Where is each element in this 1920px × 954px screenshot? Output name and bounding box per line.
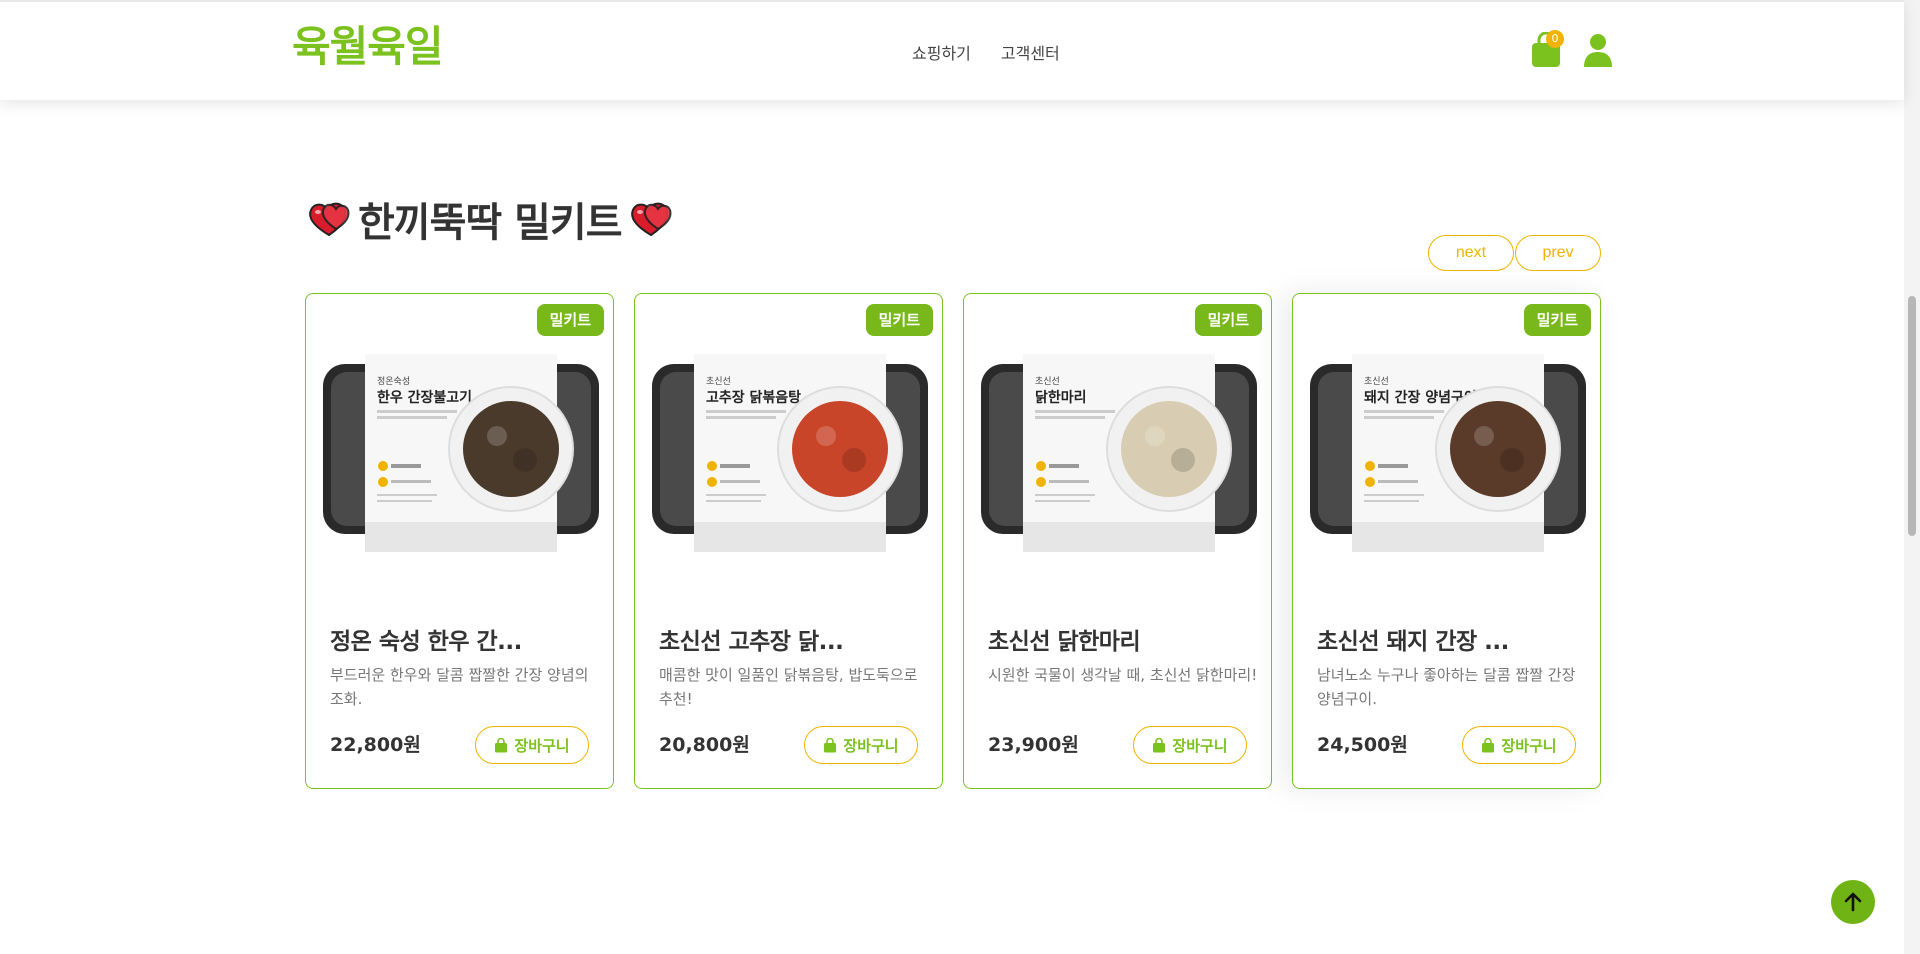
add-to-cart-label: 장바구니 — [514, 736, 570, 755]
site-header: 육월육일 쇼핑하기 고객센터 0 — [0, 0, 1904, 100]
package-title: 닭한마리 — [1035, 389, 1087, 406]
product-image[interactable]: 정온숙성 한우 간장불고기 — [321, 344, 601, 554]
product-card[interactable]: 밀키트 정온숙성 한우 간장불고기 정온 숙성 한우 간... 부드러운 한우와… — [305, 293, 614, 789]
shopping-bag-icon — [1153, 737, 1166, 752]
product-card[interactable]: 밀키트 초신선 돼지 간장 양념구이 초신선 돼지 간장 ... 남녀노소 누구… — [1292, 293, 1601, 789]
scroll-to-top-button[interactable] — [1831, 880, 1875, 924]
product-price: 20,800원 — [659, 734, 750, 756]
user-icon[interactable] — [1582, 32, 1614, 68]
product-name[interactable]: 초신선 닭한마리 — [988, 622, 1258, 656]
package-brand: 초신선 — [1364, 376, 1389, 387]
add-to-cart-label: 장바구니 — [843, 736, 899, 755]
heart-icon — [309, 202, 350, 237]
category-badge: 밀키트 — [1523, 304, 1591, 336]
category-badge: 밀키트 — [865, 304, 933, 336]
page-scrollbar[interactable] — [1904, 0, 1920, 954]
site-logo[interactable]: 육월육일 — [292, 20, 444, 74]
shopping-bag-icon — [495, 737, 508, 752]
product-image[interactable]: 초신선 닭한마리 — [979, 344, 1259, 554]
nav-customer-center[interactable]: 고객센터 — [1001, 40, 1060, 64]
product-price: 24,500원 — [1317, 734, 1408, 756]
main-nav: 쇼핑하기 고객센터 — [912, 40, 1060, 64]
package-title: 한우 간장불고기 — [377, 389, 472, 406]
product-name[interactable]: 정온 숙성 한우 간... — [330, 622, 600, 656]
product-name[interactable]: 초신선 고추장 닭... — [659, 622, 929, 656]
package-title: 고추장 닭볶음탕 — [706, 389, 801, 406]
scrollbar-thumb[interactable] — [1908, 296, 1916, 536]
shopping-bag-icon — [1482, 737, 1495, 752]
product-price: 23,900원 — [988, 734, 1079, 756]
arrow-up-icon — [1844, 892, 1862, 912]
add-to-cart-label: 장바구니 — [1172, 736, 1228, 755]
product-card[interactable]: 밀키트 초신선 닭한마리 초신선 닭한마리 시원한 국물이 생각날 때, 초신선… — [963, 293, 1272, 789]
product-description: 매콤한 맛이 일품인 닭볶음탕, 밥도둑으로 추천! — [659, 666, 918, 708]
package-brand: 정온숙성 — [377, 376, 410, 387]
add-to-cart-label: 장바구니 — [1501, 736, 1557, 755]
package-brand: 초신선 — [1035, 376, 1060, 387]
product-image[interactable]: 초신선 돼지 간장 양념구이 — [1308, 344, 1588, 554]
add-to-cart-button[interactable]: 장바구니 — [475, 726, 589, 764]
product-description: 시원한 국물이 생각날 때, 초신선 닭한마리! — [988, 666, 1258, 684]
section-heading: 한끼뚝딱 밀키트 — [306, 190, 674, 248]
product-card[interactable]: 밀키트 초신선 고추장 닭볶음탕 초신선 고추장 닭... 매콤한 맛이 일품인… — [634, 293, 943, 789]
category-badge: 밀키트 — [1194, 304, 1262, 336]
slider-next-button[interactable]: next — [1428, 235, 1514, 271]
cart-count-badge: 0 — [1546, 30, 1564, 48]
section-title: 한끼뚝딱 밀키트 — [358, 200, 623, 246]
product-image[interactable]: 초신선 고추장 닭볶음탕 — [650, 344, 930, 554]
add-to-cart-button[interactable]: 장바구니 — [1462, 726, 1576, 764]
shopping-bag-icon — [824, 737, 837, 752]
heart-icon — [630, 202, 671, 237]
product-description: 남녀노소 누구나 좋아하는 달콤 짭짤 간장 양념구이. — [1317, 666, 1576, 708]
category-badge: 밀키트 — [536, 304, 604, 336]
product-name[interactable]: 초신선 돼지 간장 ... — [1317, 622, 1587, 656]
package-brand: 초신선 — [706, 376, 731, 387]
slider-prev-button[interactable]: prev — [1515, 235, 1601, 271]
add-to-cart-button[interactable]: 장바구니 — [804, 726, 918, 764]
nav-shopping[interactable]: 쇼핑하기 — [912, 40, 971, 64]
add-to-cart-button[interactable]: 장바구니 — [1133, 726, 1247, 764]
product-description: 부드러운 한우와 달콤 짭짤한 간장 양념의 조화. — [330, 666, 589, 708]
product-price: 22,800원 — [330, 734, 421, 756]
